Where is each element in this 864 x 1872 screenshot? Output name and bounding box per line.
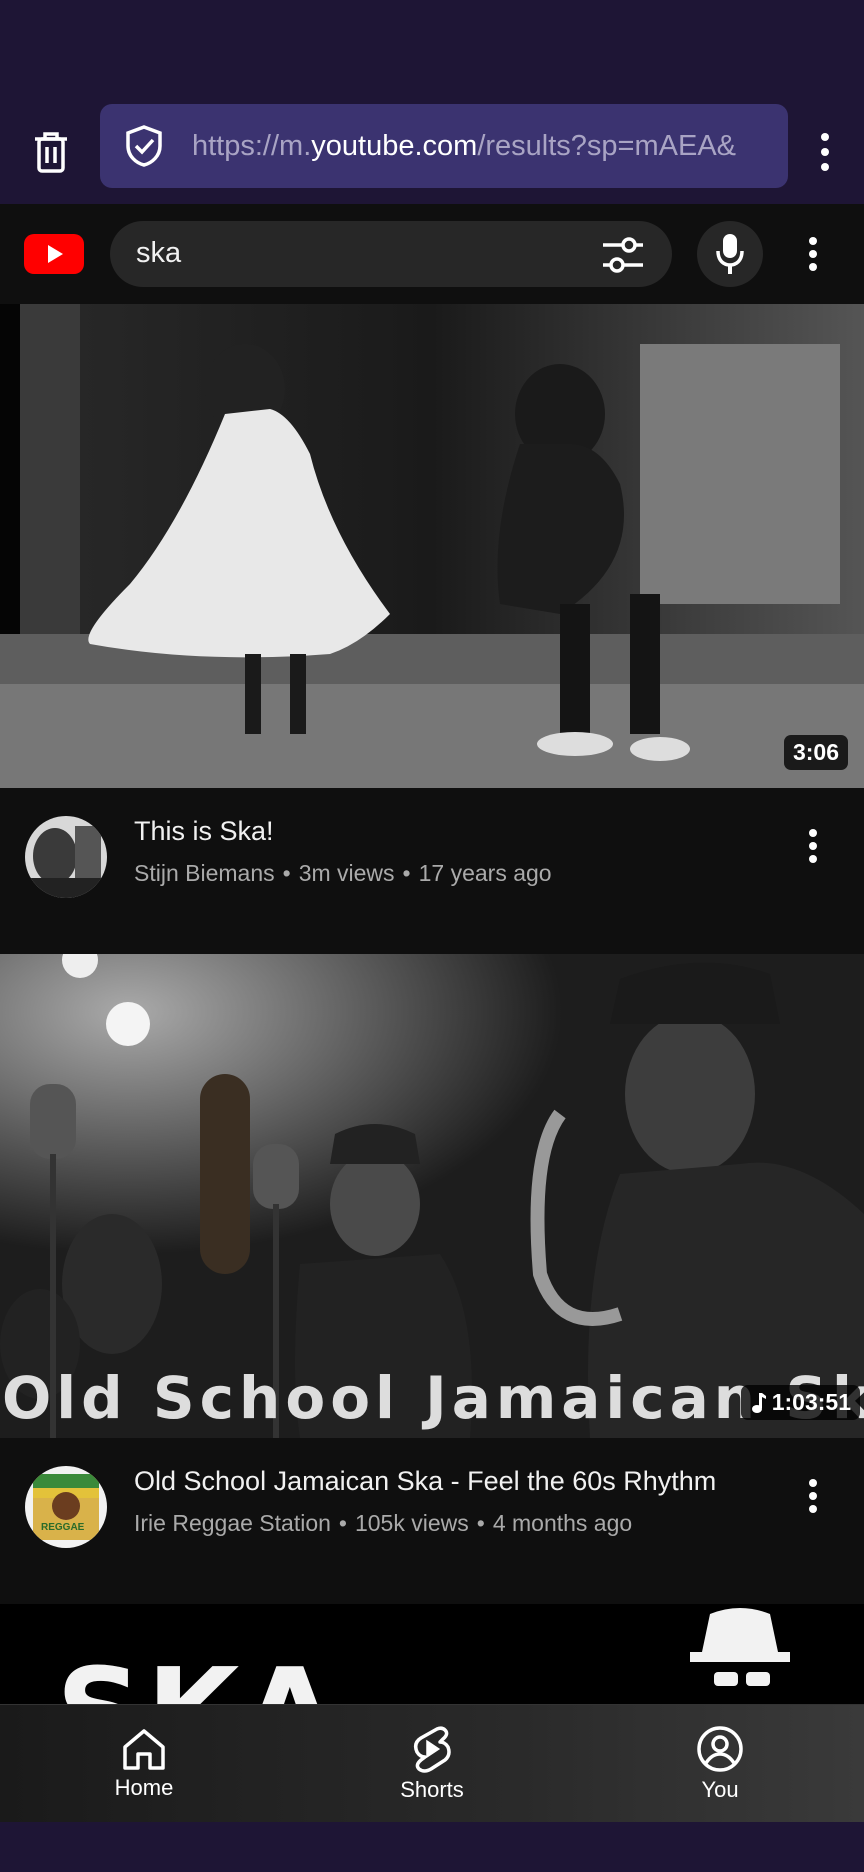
youtube-logo-icon[interactable]: [24, 234, 84, 274]
music-note-icon: [751, 1392, 766, 1413]
nav-you[interactable]: You: [620, 1705, 820, 1823]
hat-figure-icon: [690, 1608, 790, 1686]
nav-you-label: You: [701, 1777, 739, 1802]
video-menu-icon[interactable]: [800, 826, 826, 866]
browser-toolbar: https://m.youtube.com/results?sp=mAEA&: [0, 100, 864, 204]
video-title[interactable]: This is Ska!: [134, 816, 274, 847]
view-count: 3m views: [298, 860, 395, 886]
avatar-text: REGGAE: [41, 1522, 85, 1533]
upload-age: 4 months ago: [492, 1510, 633, 1536]
channel-avatar[interactable]: REGGAE: [25, 1466, 107, 1548]
video-thumbnail[interactable]: Old School Jamaican Ska 1:03:51: [0, 954, 864, 1438]
trash-icon[interactable]: [26, 122, 76, 182]
shorts-icon: [413, 1726, 451, 1773]
nav-home[interactable]: Home: [44, 1705, 244, 1823]
video-meta[interactable]: This is Ska! Stijn Biemans • 3m views • 17 y…: [0, 788, 864, 954]
nav-home-label: Home: [114, 1775, 174, 1800]
shield-check-icon[interactable]: [122, 124, 166, 168]
video-duration: 1:03:51: [740, 1385, 860, 1420]
upload-age: 17 years ago: [418, 860, 552, 886]
video-meta[interactable]: REGGAE Old School Jamaican Ska - Feel th…: [0, 1438, 864, 1604]
nav-shorts[interactable]: Shorts: [332, 1705, 532, 1823]
youtube-menu-icon[interactable]: [800, 234, 826, 274]
thumbnail-overlay-text: Old School Jamaican Ska: [2, 1364, 864, 1432]
search-input[interactable]: ska: [110, 221, 672, 287]
thumbnail-image: [0, 304, 864, 788]
video-title[interactable]: Old School Jamaican Ska - Feel the 60s R…: [134, 1466, 716, 1497]
video-duration: 3:06: [783, 735, 848, 770]
bottom-navigation: Home Shorts You: [0, 1704, 864, 1822]
channel-avatar[interactable]: [25, 816, 107, 898]
video-thumbnail[interactable]: 3:06: [0, 304, 864, 788]
video-subtitle: Irie Reggae Station • 105k views • 4 months …: [134, 1510, 633, 1536]
home-icon: [123, 1729, 165, 1770]
video-menu-icon[interactable]: [800, 1476, 826, 1516]
channel-name[interactable]: Stijn Biemans: [134, 860, 275, 886]
system-nav-bar: [0, 1822, 864, 1872]
microphone-icon[interactable]: [697, 221, 763, 287]
video-thumbnail[interactable]: SKA: [0, 1604, 864, 1704]
search-query[interactable]: ska: [136, 237, 181, 270]
url-text: https://m.youtube.com/results?sp=mAEA&: [192, 129, 737, 162]
channel-name[interactable]: Irie Reggae Station: [134, 1510, 331, 1536]
nav-shorts-label: Shorts: [400, 1777, 464, 1802]
view-count: 105k views: [354, 1510, 469, 1536]
thumbnail-overlay-text: SKA: [56, 1644, 340, 1704]
filter-icon[interactable]: [600, 232, 646, 278]
youtube-header: ska: [0, 204, 864, 304]
video-subtitle: Stijn Biemans • 3m views • 17 years ago: [134, 860, 552, 886]
status-bar: [0, 0, 864, 100]
account-circle-icon: [697, 1726, 743, 1772]
browser-menu-icon[interactable]: [810, 122, 840, 182]
url-bar[interactable]: https://m.youtube.com/results?sp=mAEA&: [100, 104, 788, 188]
